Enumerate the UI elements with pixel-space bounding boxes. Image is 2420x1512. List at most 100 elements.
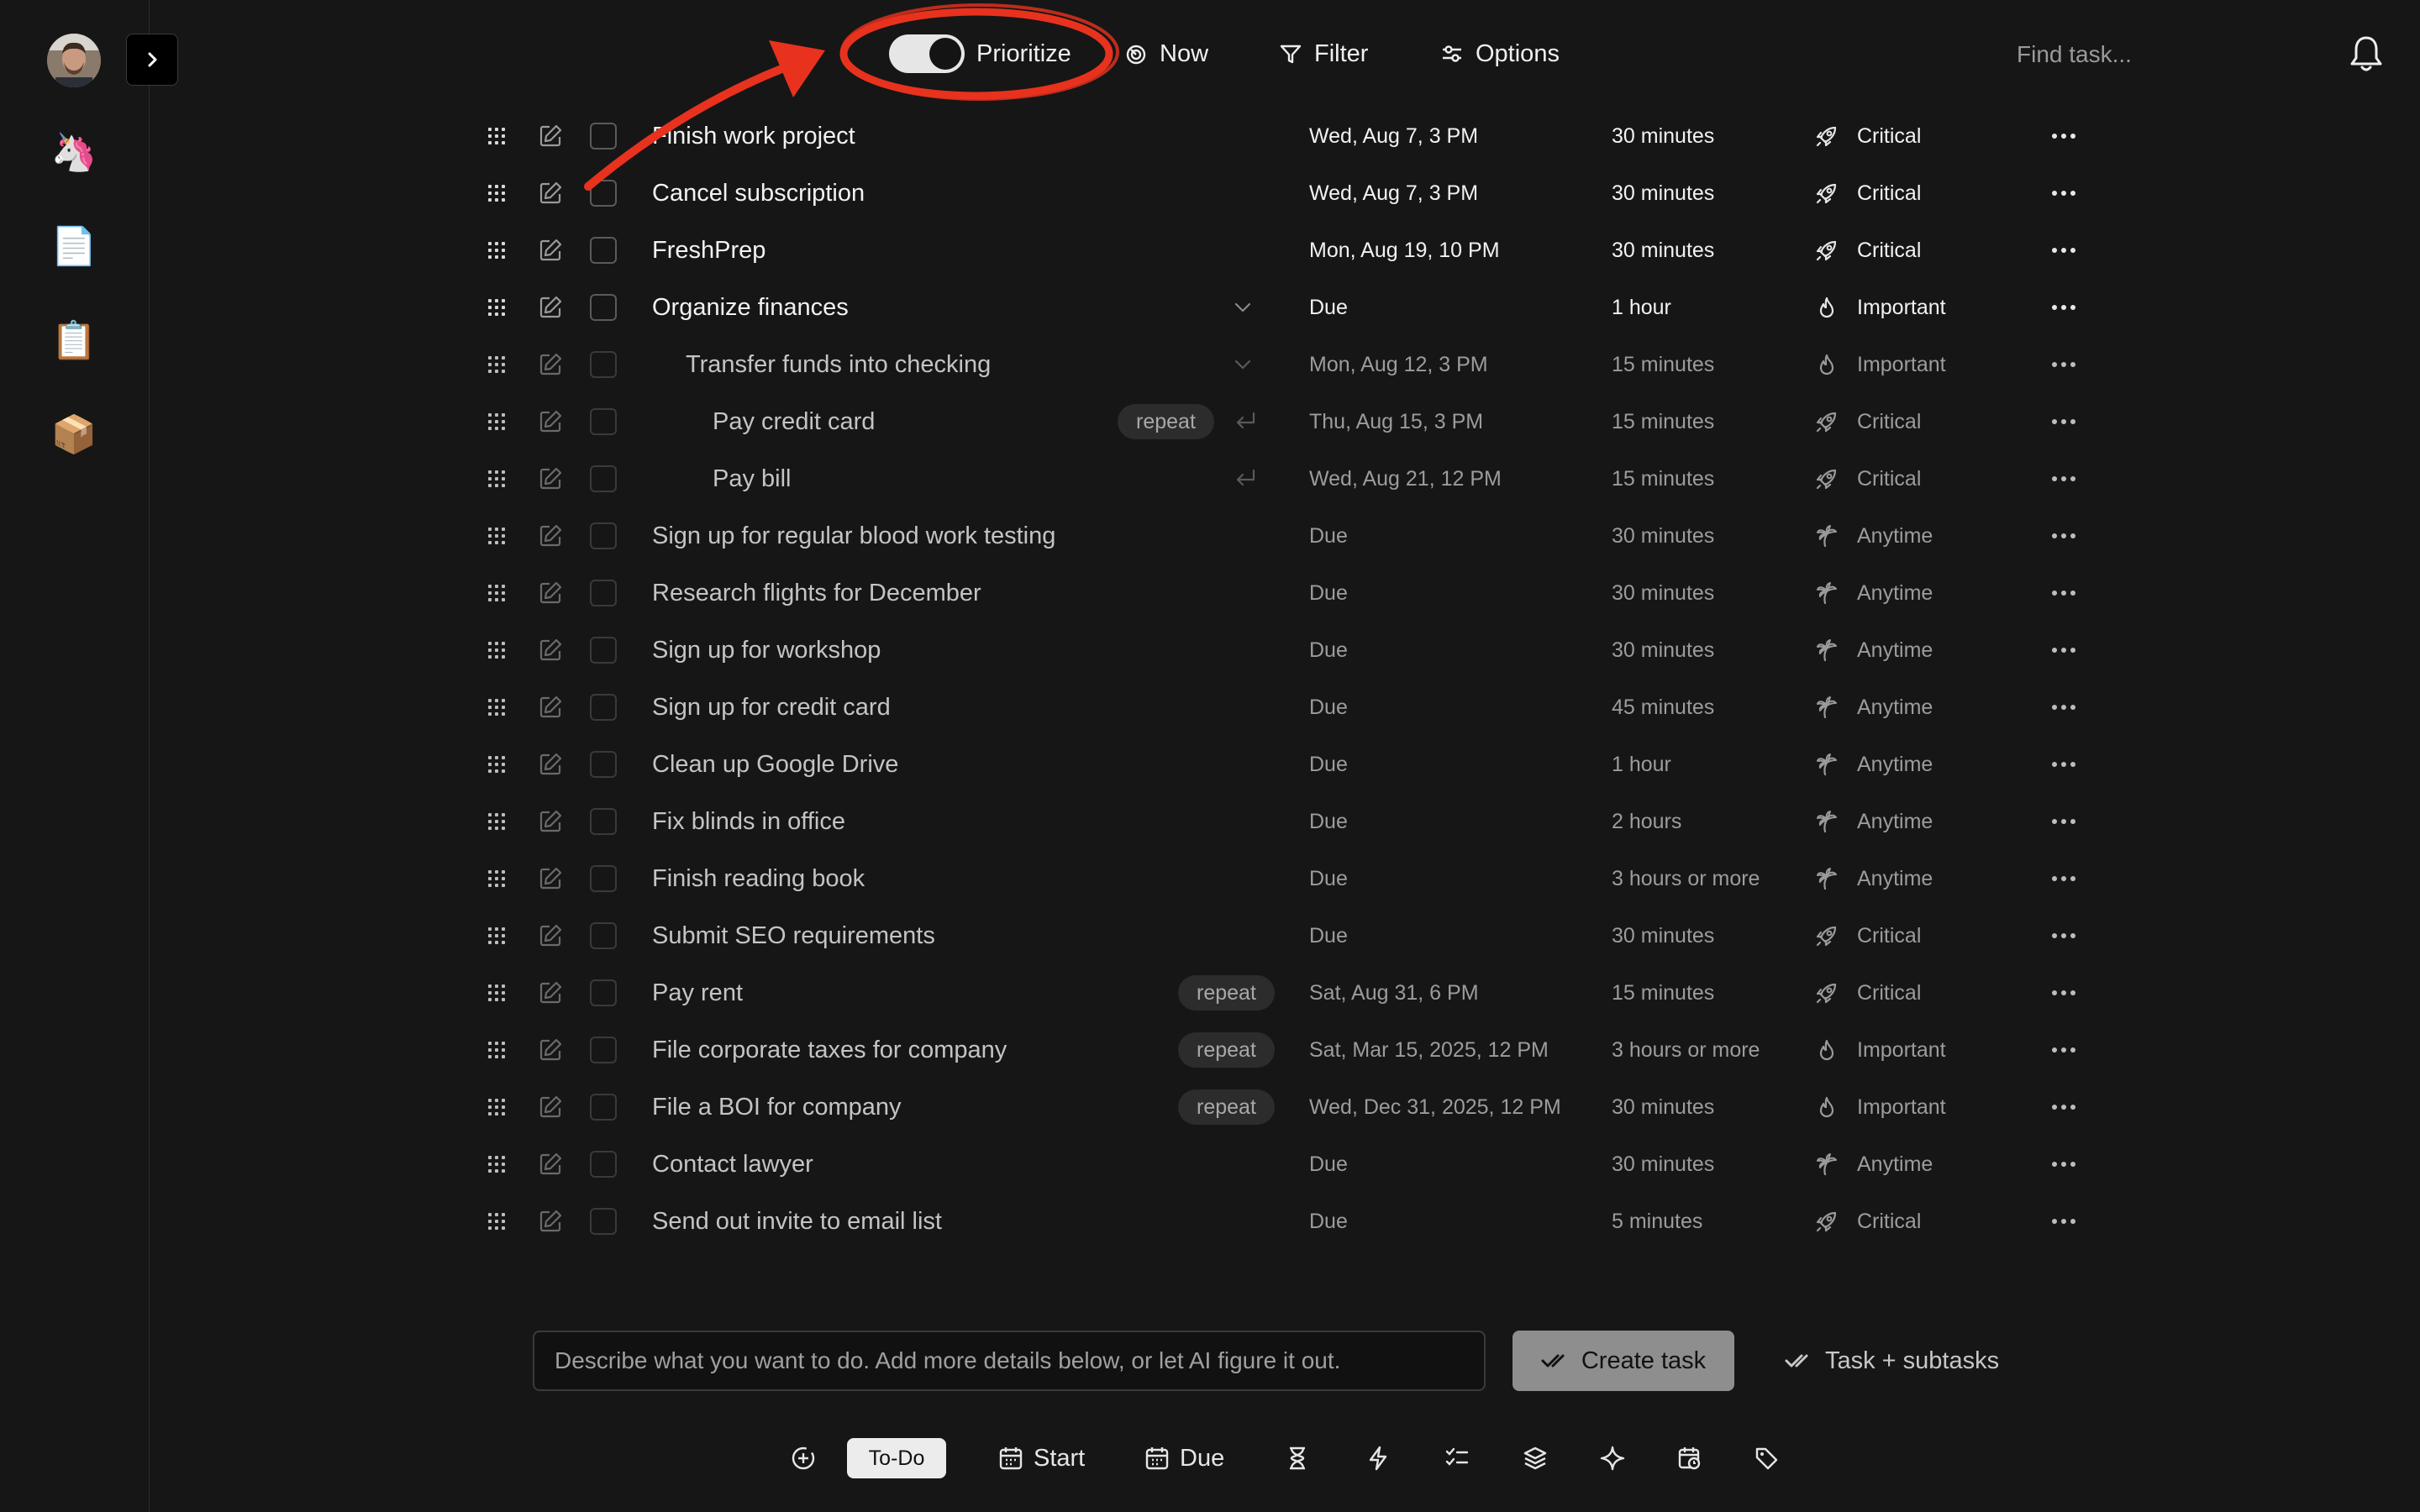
task-title[interactable]: Pay bill xyxy=(713,450,792,507)
edit-icon[interactable] xyxy=(538,622,563,679)
edit-icon[interactable] xyxy=(538,964,563,1021)
task-duration[interactable]: 30 minutes xyxy=(1612,907,1714,964)
add-circle-button[interactable] xyxy=(790,1435,817,1482)
chevron-down-icon[interactable] xyxy=(1234,336,1264,393)
toggle-switch[interactable] xyxy=(889,34,965,73)
task-due-date[interactable]: Mon, Aug 19, 10 PM xyxy=(1309,222,1500,279)
task-title[interactable]: Pay rent xyxy=(652,964,743,1021)
task-title[interactable]: Sign up for regular blood work testing xyxy=(652,507,1055,564)
drag-handle-icon[interactable] xyxy=(487,736,508,793)
task-checkbox[interactable] xyxy=(590,237,617,264)
more-options-button[interactable] xyxy=(2047,850,2081,907)
more-options-button[interactable] xyxy=(2047,964,2081,1021)
drag-handle-icon[interactable] xyxy=(487,564,508,622)
task-duration[interactable]: 30 minutes xyxy=(1612,564,1714,622)
task-duration[interactable]: 2 hours xyxy=(1612,793,1681,850)
task-priority[interactable]: Important xyxy=(1857,336,1946,393)
task-duration[interactable]: 15 minutes xyxy=(1612,393,1714,450)
task-checkbox[interactable] xyxy=(590,294,617,321)
drag-handle-icon[interactable] xyxy=(487,279,508,336)
task-row[interactable]: Send out invite to email list Due 5 minute… xyxy=(471,1193,2151,1250)
edit-icon[interactable] xyxy=(538,165,563,222)
more-options-button[interactable] xyxy=(2047,222,2081,279)
bell-icon[interactable] xyxy=(2348,34,2385,74)
due-date-button[interactable]: Due xyxy=(1144,1435,1224,1482)
task-due-date[interactable]: Due xyxy=(1309,622,1348,679)
more-options-button[interactable] xyxy=(2047,907,2081,964)
task-row[interactable]: Sign up for regular blood work testing Du… xyxy=(471,507,2151,564)
task-title[interactable]: Fix blinds in office xyxy=(652,793,845,850)
task-duration[interactable]: 30 minutes xyxy=(1612,222,1714,279)
edit-icon[interactable] xyxy=(538,679,563,736)
task-title[interactable]: Sign up for credit card xyxy=(652,679,891,736)
drag-handle-icon[interactable] xyxy=(487,964,508,1021)
task-checkbox[interactable] xyxy=(590,751,617,778)
sidebar-item-clipboard[interactable]: 📋 xyxy=(49,316,99,366)
task-checkbox[interactable] xyxy=(590,1037,617,1063)
task-duration[interactable]: 3 hours or more xyxy=(1612,1021,1760,1079)
task-title[interactable]: Research flights for December xyxy=(652,564,981,622)
task-priority[interactable]: Important xyxy=(1857,1079,1946,1136)
task-duration[interactable]: 30 minutes xyxy=(1612,165,1714,222)
task-checkbox[interactable] xyxy=(590,123,617,150)
more-options-button[interactable] xyxy=(2047,1079,2081,1136)
start-date-button[interactable]: Start xyxy=(998,1435,1085,1482)
task-priority[interactable]: Important xyxy=(1857,279,1946,336)
task-due-date[interactable]: Due xyxy=(1309,850,1348,907)
drag-handle-icon[interactable] xyxy=(487,622,508,679)
task-duration[interactable]: 45 minutes xyxy=(1612,679,1714,736)
task-priority[interactable]: Critical xyxy=(1857,165,1921,222)
more-options-button[interactable] xyxy=(2047,507,2081,564)
task-priority[interactable]: Anytime xyxy=(1857,507,1933,564)
task-title[interactable]: Transfer funds into checking xyxy=(686,336,991,393)
task-duration[interactable]: 15 minutes xyxy=(1612,964,1714,1021)
drag-handle-icon[interactable] xyxy=(487,165,508,222)
sidebar-item-page[interactable]: 📄 xyxy=(49,222,99,272)
task-title[interactable]: Contact lawyer xyxy=(652,1136,813,1193)
task-due-date[interactable]: Due xyxy=(1309,679,1348,736)
edit-icon[interactable] xyxy=(538,393,563,450)
task-checkbox[interactable] xyxy=(590,865,617,892)
create-task-button[interactable]: Create task xyxy=(1512,1331,1734,1391)
drag-handle-icon[interactable] xyxy=(487,907,508,964)
task-duration[interactable]: 3 hours or more xyxy=(1612,850,1760,907)
drag-handle-icon[interactable] xyxy=(487,393,508,450)
edit-icon[interactable] xyxy=(538,1193,563,1250)
more-options-button[interactable] xyxy=(2047,165,2081,222)
task-title[interactable]: Clean up Google Drive xyxy=(652,736,898,793)
task-checkbox[interactable] xyxy=(590,922,617,949)
schedule-button[interactable] xyxy=(1677,1435,1702,1482)
task-row[interactable]: Transfer funds into checking Mon, Aug 12,… xyxy=(471,336,2151,393)
task-title[interactable]: Submit SEO requirements xyxy=(652,907,935,964)
more-options-button[interactable] xyxy=(2047,336,2081,393)
task-duration[interactable]: 1 hour xyxy=(1612,279,1671,336)
drag-handle-icon[interactable] xyxy=(487,850,508,907)
task-title[interactable]: Send out invite to email list xyxy=(652,1193,942,1250)
drag-handle-icon[interactable] xyxy=(487,507,508,564)
task-row[interactable]: Cancel subscription Wed, Aug 7, 3 PM 30 mi… xyxy=(471,165,2151,222)
task-title[interactable]: File corporate taxes for company xyxy=(652,1021,1007,1079)
prioritize-toggle[interactable]: Prioritize xyxy=(889,32,1071,76)
edit-icon[interactable] xyxy=(538,507,563,564)
edit-icon[interactable] xyxy=(538,108,563,165)
task-row[interactable]: Organize finances Due 1 hour Important xyxy=(471,279,2151,336)
task-priority[interactable]: Critical xyxy=(1857,1193,1921,1250)
task-due-date[interactable]: Mon, Aug 12, 3 PM xyxy=(1309,336,1488,393)
task-due-date[interactable]: Sat, Aug 31, 6 PM xyxy=(1309,964,1479,1021)
edit-icon[interactable] xyxy=(538,1021,563,1079)
task-due-date[interactable]: Due xyxy=(1309,736,1348,793)
task-subtasks-button[interactable]: Task + subtasks xyxy=(1785,1331,1999,1391)
task-row[interactable]: Finish reading book Due 3 hours or more Any… xyxy=(471,850,2151,907)
energy-button[interactable] xyxy=(1366,1435,1390,1482)
ai-sparkle-button[interactable] xyxy=(1600,1435,1625,1482)
task-title[interactable]: FreshPrep xyxy=(652,222,765,279)
task-duration[interactable]: 30 minutes xyxy=(1612,1079,1714,1136)
task-due-date[interactable]: Sat, Mar 15, 2025, 12 PM xyxy=(1309,1021,1549,1079)
task-duration[interactable]: 1 hour xyxy=(1612,736,1671,793)
task-due-date[interactable]: Thu, Aug 15, 3 PM xyxy=(1309,393,1483,450)
task-priority[interactable]: Anytime xyxy=(1857,1136,1933,1193)
task-duration[interactable]: 30 minutes xyxy=(1612,507,1714,564)
checklist-button[interactable] xyxy=(1445,1435,1469,1482)
task-duration[interactable]: 30 minutes xyxy=(1612,108,1714,165)
duration-button[interactable] xyxy=(1286,1435,1309,1482)
